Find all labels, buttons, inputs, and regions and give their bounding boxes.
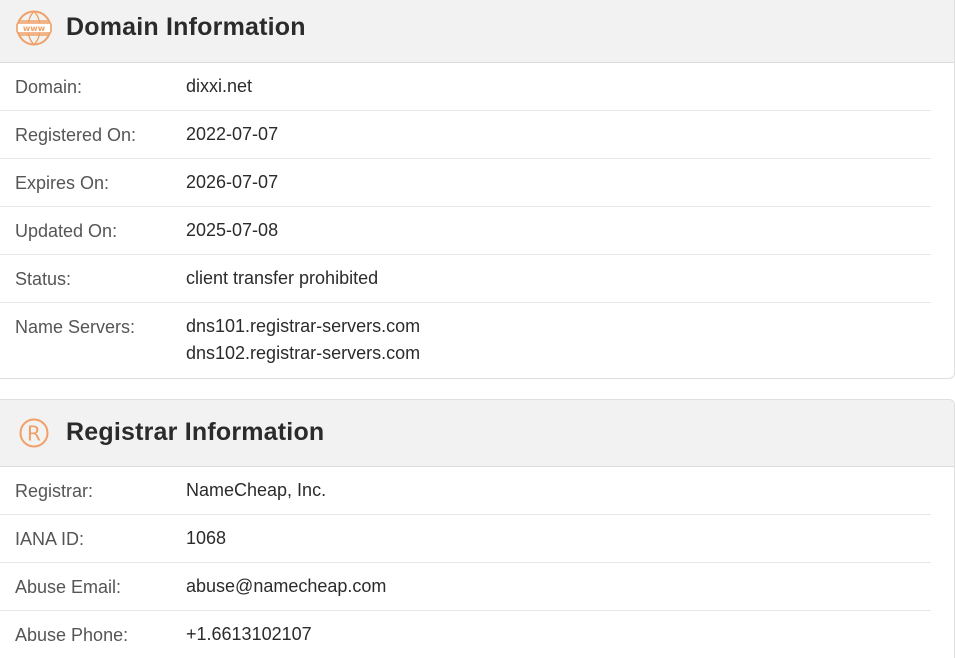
name-servers-list: dns101.registrar-servers.com dns102.regi… (186, 313, 420, 367)
page-title: Domain Information (66, 13, 306, 41)
registered-mark-icon: R (19, 418, 49, 448)
row-label: Abuse Phone: (15, 625, 129, 645)
row-label: IANA ID: (15, 529, 85, 549)
row-label: Registrar: (15, 481, 94, 501)
row-value: dixxi.net (186, 76, 253, 96)
row-value: client transfer prohibited (186, 268, 379, 288)
svg-text:R: R (27, 422, 41, 446)
www-globe-icon: www (16, 10, 52, 46)
row-label: Status: (15, 269, 72, 289)
table-row: IANA ID: 1068 (0, 515, 931, 563)
table-row: Abuse Email: abuse@namecheap.com (0, 563, 931, 611)
row-label: Updated On: (15, 221, 118, 241)
table-row: Status: client transfer prohibited (0, 255, 931, 303)
row-value: 2025-07-08 (186, 220, 279, 240)
registrar-information-header: R Registrar Information (0, 400, 954, 467)
row-label: Domain: (15, 77, 83, 97)
registrar-info-list: Registrar: NameCheap, Inc. IANA ID: 1068… (0, 467, 954, 658)
domain-info-list: Domain: dixxi.net Registered On: 2022-07… (0, 63, 954, 378)
row-label: Name Servers: (15, 317, 136, 337)
row-value: 2022-07-07 (186, 124, 279, 144)
whois-page: www Domain Information Domain: dixxi.net… (0, 0, 955, 658)
row-label: Expires On: (15, 173, 110, 193)
table-row: Abuse Phone: +1.6613102107 (0, 611, 931, 658)
row-label: Abuse Email: (15, 577, 122, 597)
row-value: abuse@namecheap.com (186, 576, 387, 596)
table-row: Registered On: 2022-07-07 (0, 111, 931, 159)
table-row: Registrar: NameCheap, Inc. (0, 467, 931, 515)
name-server-value: dns102.registrar-servers.com (186, 343, 421, 363)
name-server-value: dns101.registrar-servers.com (186, 316, 421, 336)
svg-text:www: www (23, 24, 46, 33)
name-servers-row: Name Servers: dns101.registrar-servers.c… (0, 303, 931, 378)
table-row: Updated On: 2025-07-08 (0, 207, 931, 255)
row-value: +1.6613102107 (186, 624, 312, 644)
registrar-information-card: R Registrar Information Registrar: NameC… (0, 399, 955, 658)
row-value: NameCheap, Inc. (186, 480, 327, 500)
table-row: Expires On: 2026-07-07 (0, 159, 931, 207)
table-row: Domain: dixxi.net (0, 63, 931, 111)
domain-information-card: www Domain Information Domain: dixxi.net… (0, 0, 955, 379)
row-value: 2026-07-07 (186, 172, 279, 192)
domain-information-header: www Domain Information (0, 0, 954, 63)
row-value: 1068 (186, 528, 227, 548)
row-label: Registered On: (15, 125, 137, 145)
section-title: Registrar Information (66, 418, 325, 446)
